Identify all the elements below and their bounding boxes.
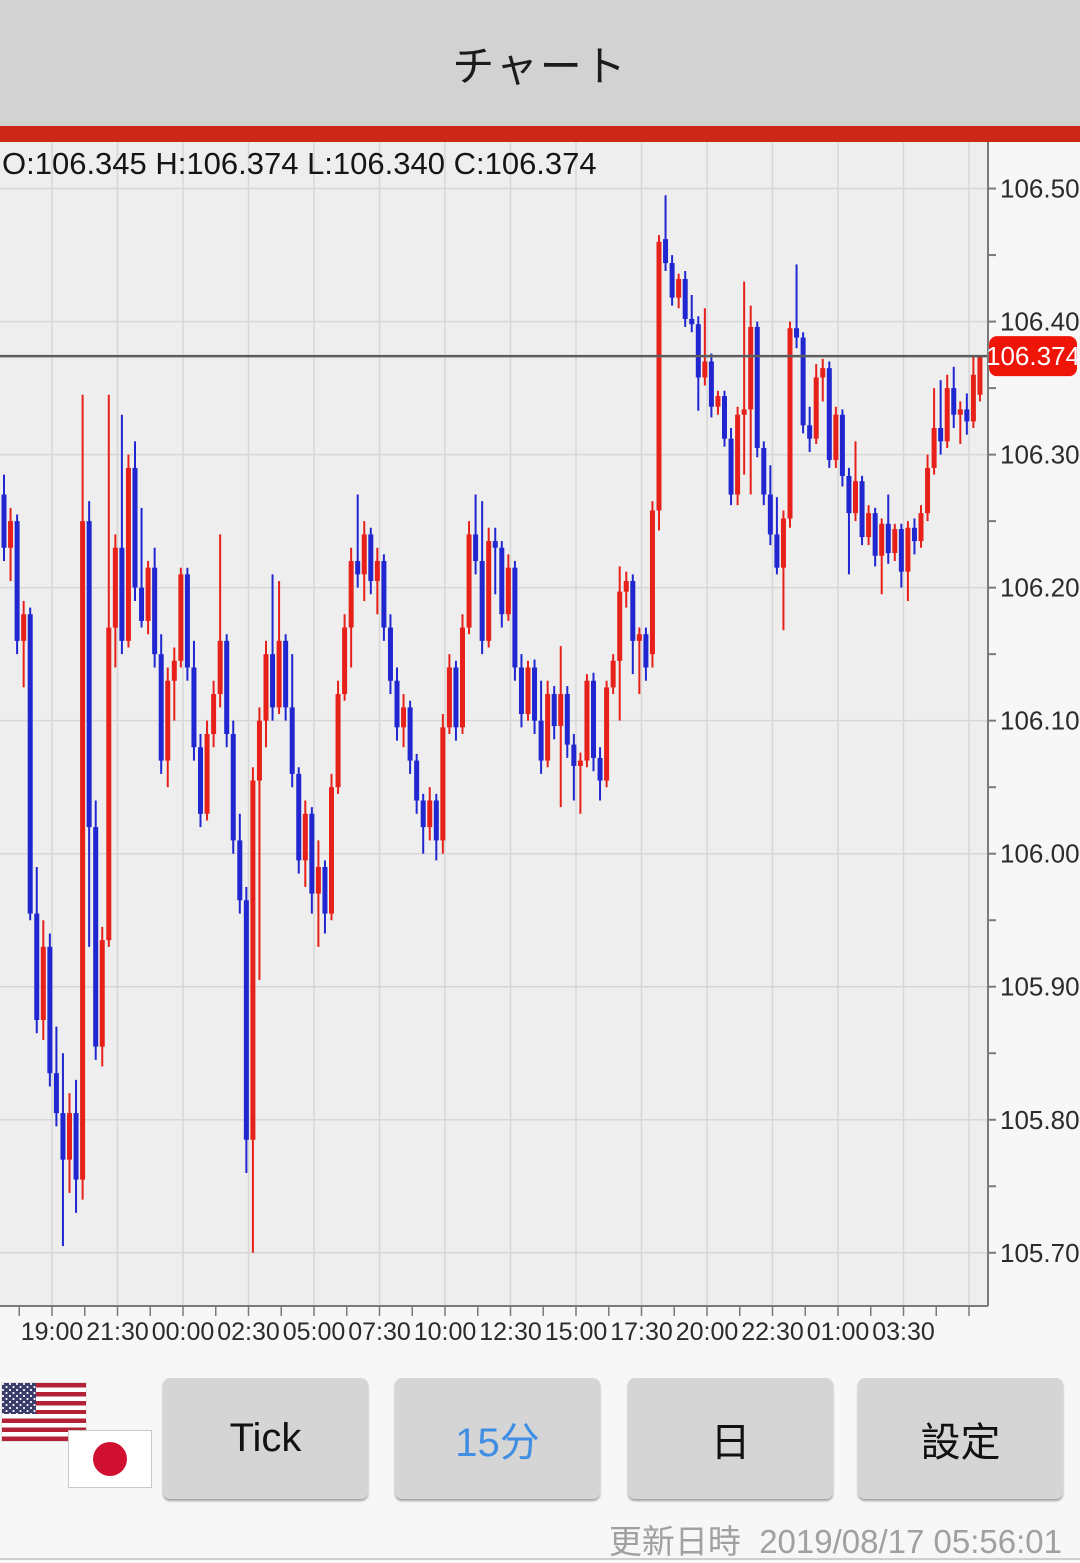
svg-text:106.200: 106.200: [1000, 573, 1080, 603]
svg-text:105.900: 105.900: [1000, 972, 1080, 1002]
price-badge: 106.374: [986, 336, 1080, 376]
day-button[interactable]: 日: [628, 1378, 833, 1499]
svg-text:106.400: 106.400: [1000, 307, 1080, 337]
svg-text:22:30: 22:30: [741, 1318, 804, 1346]
currency-pair-flags[interactable]: [0, 1378, 158, 1500]
svg-text:02:30: 02:30: [217, 1318, 280, 1346]
svg-text:20:00: 20:00: [676, 1318, 739, 1346]
us-flag-canton: [2, 1383, 36, 1414]
svg-text:05:00: 05:00: [283, 1318, 346, 1346]
svg-text:21:30: 21:30: [86, 1318, 149, 1346]
update-timestamp-value: 2019/08/17 05:56:01: [759, 1523, 1062, 1560]
svg-text:12:30: 12:30: [479, 1318, 542, 1346]
bottom-divider: [0, 1558, 1080, 1560]
svg-text:105.700: 105.700: [1000, 1238, 1080, 1268]
svg-text:106.300: 106.300: [1000, 440, 1080, 470]
interval-15min-button[interactable]: 15分: [395, 1378, 600, 1499]
plot-background: [0, 142, 988, 1306]
svg-text:03:30: 03:30: [872, 1318, 935, 1346]
svg-text:07:30: 07:30: [348, 1318, 411, 1346]
tick-button[interactable]: Tick: [163, 1378, 368, 1499]
japan-flag-sun: [93, 1442, 127, 1476]
svg-text:106.500: 106.500: [1000, 174, 1080, 204]
svg-text:00:00: 00:00: [152, 1318, 215, 1346]
update-timestamp-label: 更新日時: [609, 1523, 741, 1560]
svg-text:15:00: 15:00: [545, 1318, 608, 1346]
app-header: チャート: [0, 0, 1080, 126]
svg-text:106.100: 106.100: [1000, 706, 1080, 736]
settings-button[interactable]: 設定: [858, 1378, 1063, 1499]
accent-stripe: [0, 126, 1080, 142]
svg-text:19:00: 19:00: [21, 1318, 84, 1346]
chart-area[interactable]: 106.500 106.400 106.300 106.200 106.100 106.0…: [0, 142, 1080, 1348]
svg-text:01:00: 01:00: [807, 1318, 870, 1346]
page-title: チャート: [452, 33, 628, 94]
update-timestamp: 更新日時 2019/08/17 05:56:01: [609, 1515, 1062, 1563]
japan-flag-icon: [68, 1430, 152, 1488]
candlestick-chart[interactable]: 106.500 106.400 106.300 106.200 106.100 106.0…: [0, 142, 1080, 1348]
svg-text:17:30: 17:30: [610, 1318, 673, 1346]
svg-text:10:00: 10:00: [414, 1318, 477, 1346]
x-axis-labels: 19:0021:3000:0002:3005:0007:3010:0012:30…: [19, 1306, 969, 1346]
svg-text:106.374: 106.374: [986, 341, 1080, 371]
svg-text:105.800: 105.800: [1000, 1105, 1080, 1135]
svg-text:106.000: 106.000: [1000, 839, 1080, 869]
